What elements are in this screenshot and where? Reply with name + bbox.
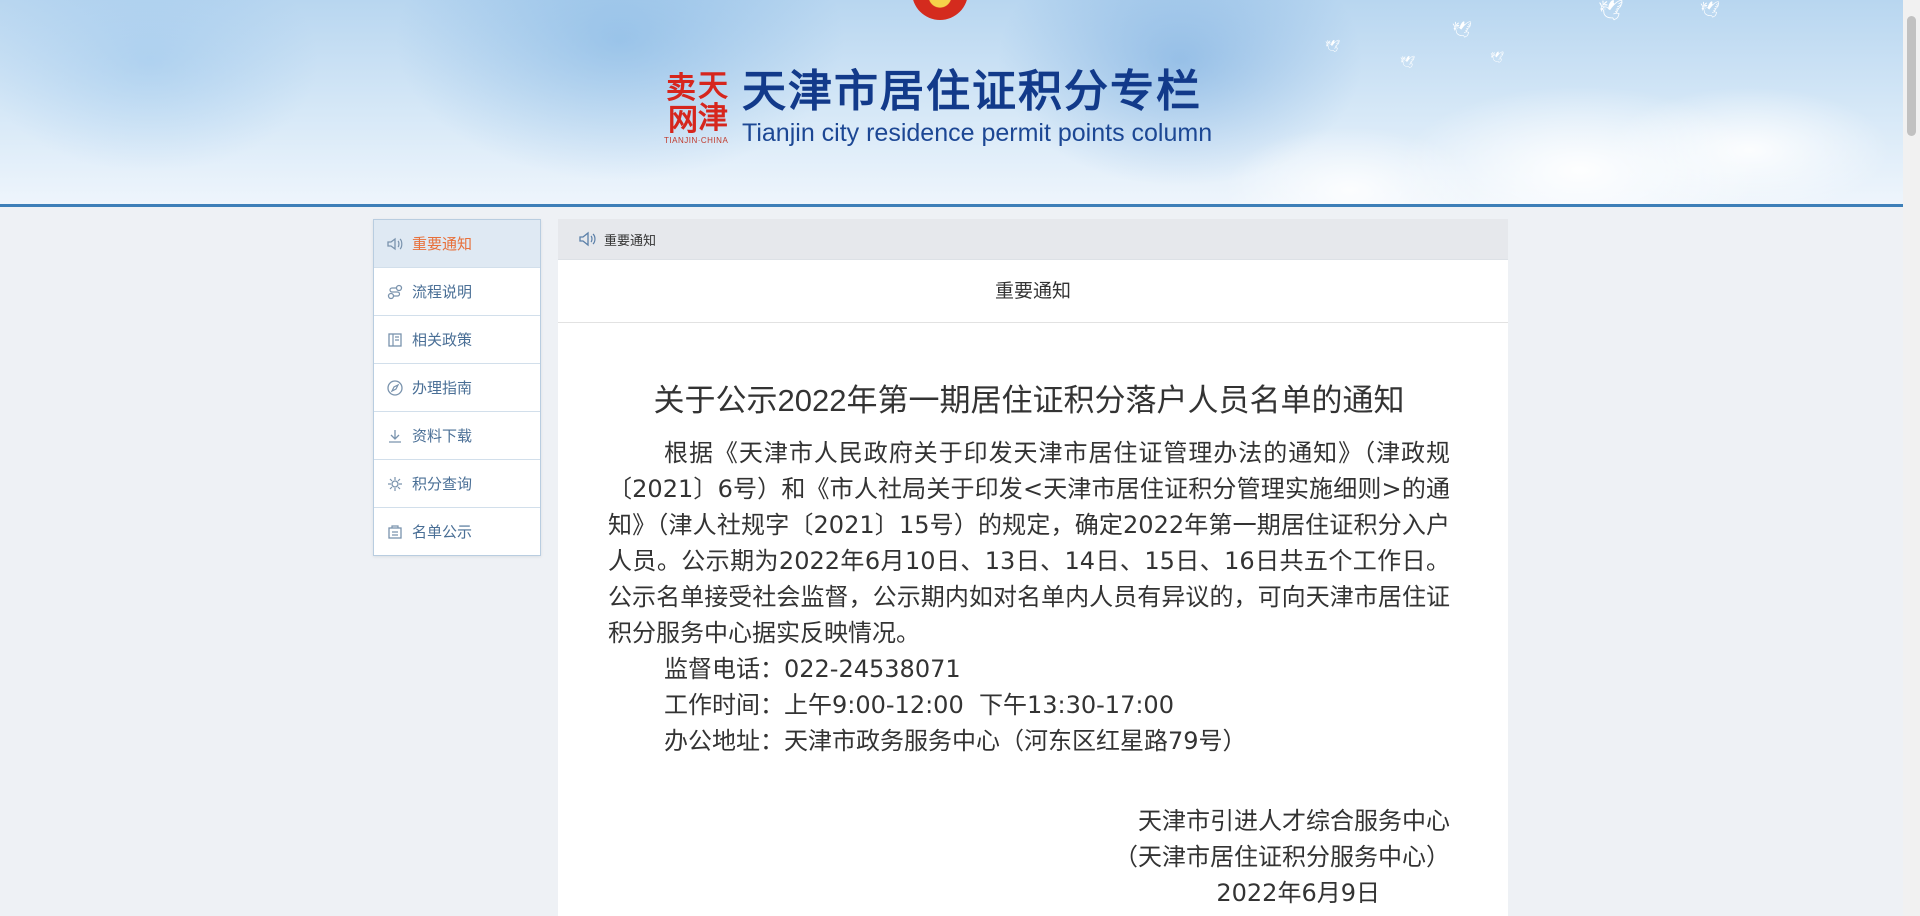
scrollbar-thumb[interactable] <box>1907 16 1916 136</box>
notice-body: 根据《天津市人民政府关于印发天津市居住证管理办法的通知》（津政规〔2021〕6号… <box>608 439 1450 647</box>
dove-icon: 🕊 <box>1598 0 1624 22</box>
dove-icon: 🕊 <box>1325 39 1341 53</box>
sidebar-item-label: 相关政策 <box>412 331 473 349</box>
gear-icon <box>386 475 404 493</box>
sidebar-nav: 重要通知 流程说明 相关政策 办理指南 资料下载 积分查询 名单公示 <box>373 219 541 556</box>
sidebar-item-label: 办理指南 <box>412 379 473 397</box>
header-banner: 卖 天 网 津 TIANJIN·CHINA 天津市居住证积分专栏 Tianjin… <box>0 0 1903 207</box>
seal-subtext: TIANJIN·CHINA <box>664 136 729 145</box>
sidebar-item-process[interactable]: 流程说明 <box>374 268 540 316</box>
book-icon <box>386 331 404 349</box>
office-hours: 工作时间：上午9:00-12:00 下午13:30-17:00 <box>664 691 1174 719</box>
content-panel: 重要通知 重要通知 关于公示2022年第一期居住证积分落户人员名单的通知 根据《… <box>558 219 1508 916</box>
download-icon <box>386 427 404 445</box>
seal-char: 天 <box>698 69 728 104</box>
speaker-icon <box>578 229 598 249</box>
sidebar-item-label: 重要通知 <box>412 235 473 253</box>
sidebar-item-guide[interactable]: 办理指南 <box>374 364 540 412</box>
seal-char: 网 <box>668 103 698 138</box>
tianjin-seal-logo: 卖 天 网 津 <box>666 72 732 142</box>
speaker-icon <box>386 235 404 253</box>
flow-icon <box>386 283 404 301</box>
sidebar-item-label: 积分查询 <box>412 475 473 493</box>
notice-title: 关于公示2022年第一期居住证积分落户人员名单的通知 <box>653 383 1405 418</box>
office-address: 办公地址：天津市政务服务中心（河东区红星路79号） <box>664 727 1247 755</box>
dove-icon: 🕊 <box>1452 20 1473 39</box>
sidebar-item-label: 资料下载 <box>412 427 473 445</box>
sidebar-item-public-list[interactable]: 名单公示 <box>374 508 540 555</box>
notice-date: 2022年6月9日 <box>1216 879 1380 907</box>
signer-organization: 天津市引进人才综合服务中心 <box>1138 807 1450 835</box>
breadcrumb-label: 重要通知 <box>604 233 657 249</box>
notice-document: 关于公示2022年第一期居住证积分落户人员名单的通知 根据《天津市人民政府关于印… <box>558 381 1508 911</box>
signer-organization-alias: （天津市居住证积分服务中心） <box>1114 843 1450 871</box>
breadcrumb: 重要通知 <box>558 219 1508 260</box>
sidebar-item-points-query[interactable]: 积分查询 <box>374 460 540 508</box>
seal-char: 卖 <box>666 71 696 106</box>
dove-icon: 🕊 <box>1700 0 1721 19</box>
contact-phone: 监督电话：022-24538071 <box>664 655 961 683</box>
site-title: 天津市居住证积分专栏 <box>742 66 1202 117</box>
sidebar-item-label: 流程说明 <box>412 283 473 301</box>
site-subtitle: Tianjin city residence permit points col… <box>742 119 1213 147</box>
sidebar-item-important-notice[interactable]: 重要通知 <box>374 220 540 268</box>
compass-icon <box>386 379 404 397</box>
page-scrollbar[interactable] <box>1903 0 1920 916</box>
dove-icon: 🕊 <box>1490 51 1504 64</box>
national-emblem-icon <box>912 0 968 20</box>
dove-icon: 🕊 <box>1400 55 1416 69</box>
section-title: 重要通知 <box>558 260 1508 323</box>
sidebar-item-policy[interactable]: 相关政策 <box>374 316 540 364</box>
sidebar-item-download[interactable]: 资料下载 <box>374 412 540 460</box>
list-icon <box>386 523 404 541</box>
seal-char: 津 <box>698 101 728 136</box>
sidebar-item-label: 名单公示 <box>412 523 473 541</box>
